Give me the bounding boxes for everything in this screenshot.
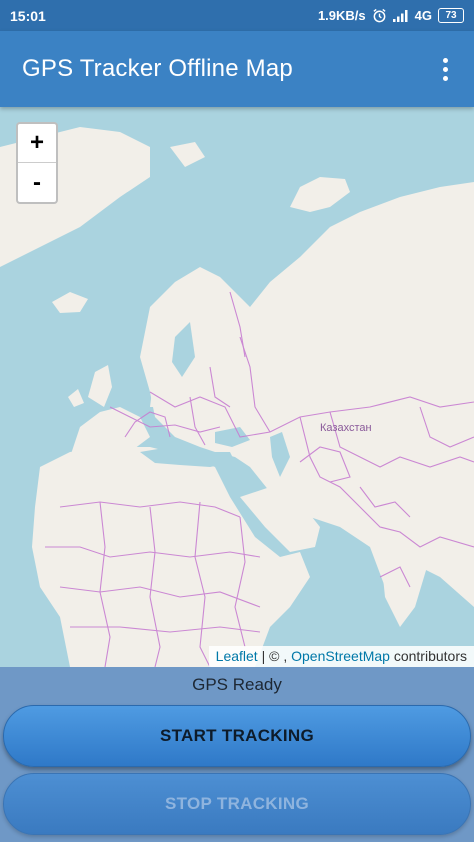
app-bar: GPS Tracker Offline Map — [0, 31, 474, 107]
map-attribution: Leaflet | © , OpenStreetMap contributors — [208, 646, 474, 667]
status-time: 15:01 — [10, 7, 46, 24]
map-view[interactable]: Казахстан + - Leaflet | © , OpenStreetMa… — [0, 107, 474, 667]
signal-icon — [392, 9, 409, 22]
country-label-kazakhstan: Казахстан — [320, 422, 372, 434]
attribution-separator: | © , — [261, 648, 288, 664]
app-title: GPS Tracker Offline Map — [22, 55, 293, 82]
menu-dot — [442, 75, 448, 81]
battery-level: 73 — [445, 10, 457, 21]
zoom-in-button[interactable]: + — [18, 124, 56, 163]
network-speed: 1.9KB/s — [317, 8, 366, 23]
battery-icon: 73 — [438, 8, 464, 23]
menu-dot — [442, 66, 448, 72]
gps-status-text: GPS Ready — [192, 675, 282, 694]
start-tracking-button[interactable]: START TRACKING — [3, 705, 471, 767]
zoom-control: + - — [16, 122, 58, 204]
openstreetmap-link[interactable]: OpenStreetMap — [291, 648, 390, 664]
overflow-menu-icon[interactable] — [434, 49, 456, 89]
stop-tracking-button[interactable]: STOP TRACKING — [3, 773, 471, 835]
status-indicators: 1.9KB/s 4G 73 — [318, 8, 464, 23]
status-bar: 15:01 1.9KB/s 4G 73 — [0, 0, 474, 31]
attribution-contributors: contributors — [393, 648, 467, 664]
menu-dot — [442, 57, 448, 63]
zoom-out-button[interactable]: - — [18, 163, 56, 202]
network-type: 4G — [414, 8, 432, 23]
control-panel: GPS Ready START TRACKING STOP TRACKING — [0, 667, 474, 842]
alarm-icon — [372, 8, 387, 23]
map-tiles — [0, 127, 474, 667]
leaflet-link[interactable]: Leaflet — [216, 648, 258, 664]
